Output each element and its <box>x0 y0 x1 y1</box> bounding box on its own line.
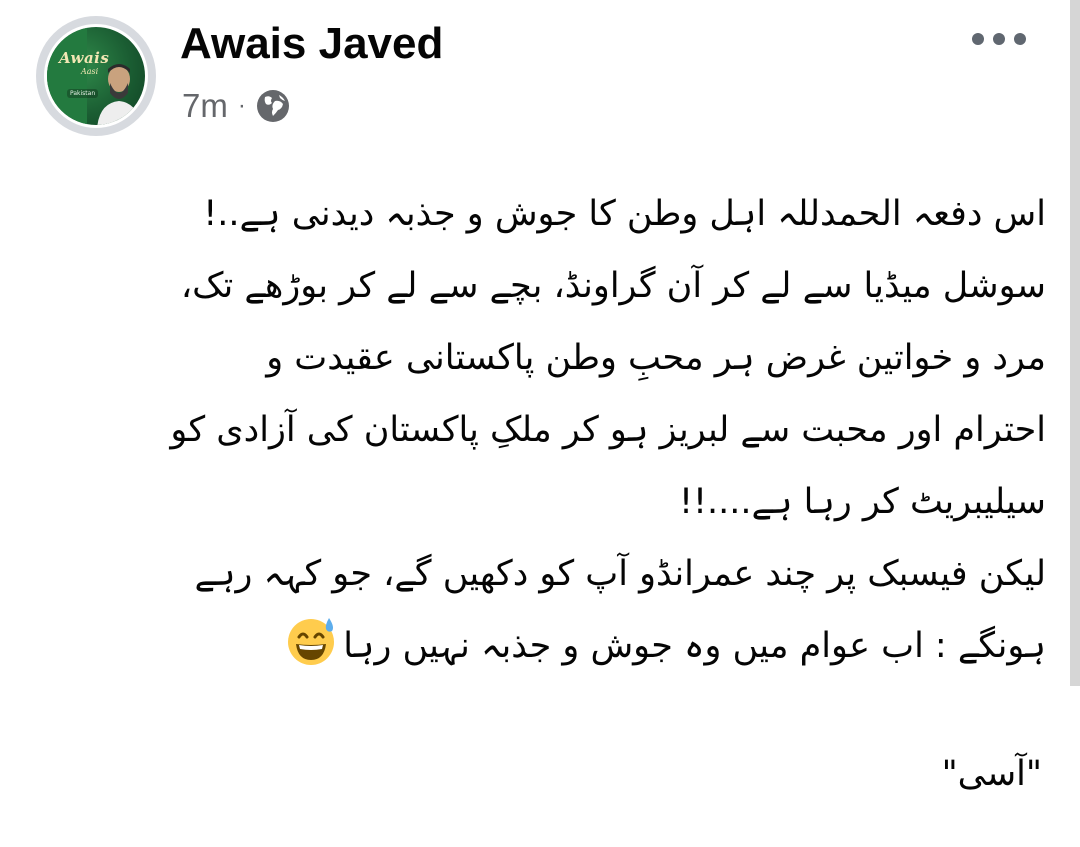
more-options-dot <box>993 33 1005 45</box>
post-line: سوشل میڈیا سے لے کر آن گراونڈ، بچے سے لے… <box>180 266 1046 306</box>
more-options-button[interactable] <box>972 24 1026 54</box>
post-signature: "آسی" <box>941 754 1042 794</box>
post-line-last: ہونگے : اب عوام میں وہ جوش و جذبہ نہیں ر… <box>36 610 1046 682</box>
facebook-post: Awais Aasi Pakistan Awais Javed 7m · اس … <box>0 0 1080 847</box>
meta-separator: · <box>237 92 246 119</box>
author-name[interactable]: Awais Javed <box>180 20 443 68</box>
post-line: لیکن فیسبک پر چند عمرانڈو آپ کو دکھیں گے… <box>194 554 1046 594</box>
avatar-badge: Pakistan <box>67 89 99 98</box>
scrollbar[interactable] <box>1070 0 1080 686</box>
avatar-image: Awais Aasi Pakistan <box>44 24 148 128</box>
person-silhouette-icon <box>97 64 141 125</box>
globe-icon[interactable] <box>256 89 290 123</box>
grinning-face-with-sweat-icon <box>288 618 335 665</box>
post-meta: 7m · <box>182 84 290 128</box>
profile-avatar[interactable]: Awais Aasi Pakistan <box>36 16 156 136</box>
post-body: اس دفعہ الحمدللہ اہل وطن کا جوش و جذبہ د… <box>36 178 1046 682</box>
more-options-dot <box>972 33 984 45</box>
post-timestamp[interactable]: 7m <box>182 87 228 125</box>
more-options-dot <box>1014 33 1026 45</box>
avatar-green-band <box>47 27 87 125</box>
post-line: مرد و خواتین غرض ہر محبِ وطن پاکستانی عق… <box>266 338 1046 378</box>
post-line: اس دفعہ الحمدللہ اہل وطن کا جوش و جذبہ د… <box>203 194 1046 234</box>
post-line-text: ہونگے : اب عوام میں وہ جوش و جذبہ نہیں ر… <box>343 626 1046 666</box>
post-line: احترام اور محبت سے لبریز ہو کر ملکِ پاکس… <box>170 410 1046 450</box>
post-line: سیلیبریٹ کر رہا ہے....!! <box>678 482 1046 522</box>
